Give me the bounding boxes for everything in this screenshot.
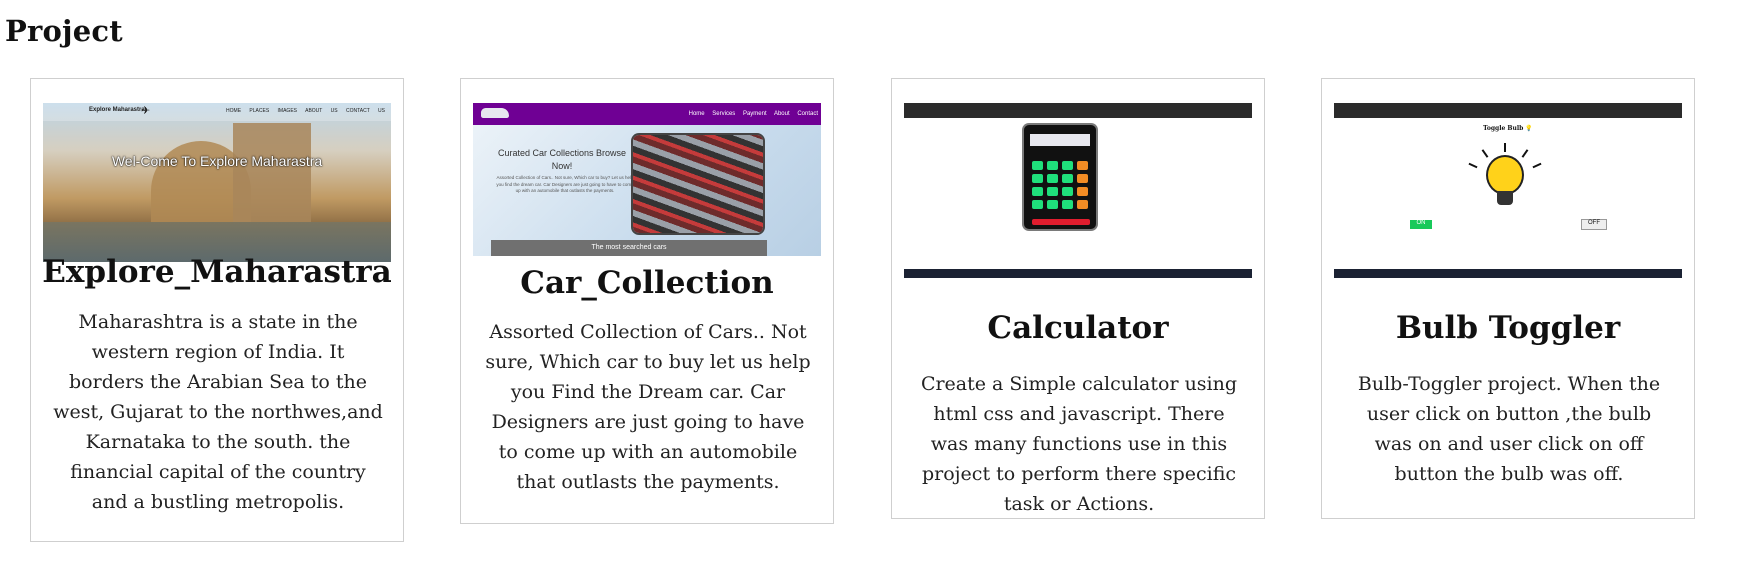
thumbnail-nav-links: Home Services Payment About Contact <box>688 111 818 117</box>
thumbnail-nav: Home Services Payment About Contact <box>473 103 821 125</box>
thumbnail-nav: Explore Maharastra ✈ HOME PLACES IMAGES … <box>43 103 391 121</box>
browser-chrome <box>1334 103 1682 118</box>
thumbnail-headline: Wel-Come To Explore Maharastra <box>111 153 323 169</box>
windows-taskbar <box>1334 269 1682 278</box>
thumbnail-bottom-bar: The most searched cars <box>491 240 767 256</box>
project-thumbnail[interactable]: Explore Maharastra ✈ HOME PLACES IMAGES … <box>43 103 391 262</box>
off-button: OFF <box>1582 220 1606 229</box>
project-thumbnail[interactable]: Home Services Payment About Contact Cura… <box>473 103 821 256</box>
car-garage-image <box>633 135 763 233</box>
thumbnail-brand: Explore Maharastra <box>89 107 145 113</box>
calculator-display <box>1030 134 1090 146</box>
on-button: ON <box>1410 220 1432 229</box>
lightbulb-icon <box>1488 157 1522 193</box>
bulb-base <box>1497 191 1513 205</box>
taj-hotel-shape <box>233 123 311 227</box>
thumbnail-heading: Curated Car Collections Browse Now! <box>497 148 627 171</box>
card-description: Assorted Collection of Cars.. Not sure, … <box>485 321 811 493</box>
project-thumbnail[interactable]: Toggle Bulb 💡 ON OFF <box>1334 103 1682 278</box>
bulb-ray <box>1468 162 1478 169</box>
project-thumbnail[interactable] <box>904 103 1252 278</box>
bulb-ray <box>1521 149 1529 158</box>
bulb-ray <box>1481 149 1489 158</box>
thumbnail-nav-links: HOME PLACES IMAGES ABOUT US CONTACT US <box>226 108 385 114</box>
calculator-equals-key <box>1032 219 1090 225</box>
project-card-bulb-toggler: Toggle Bulb 💡 ON OFF Bulb Toggler Bulb-T… <box>1321 78 1695 519</box>
thumbnail-body: Assorted Collection of Cars.. Not sure, … <box>496 175 634 193</box>
calculator-keys <box>1032 161 1090 209</box>
card-description: Create a Simple calculator using html cs… <box>920 373 1238 515</box>
thumbnail-heading: Toggle Bulb 💡 <box>1483 125 1533 132</box>
windows-taskbar <box>904 269 1252 278</box>
card-description: Bulb-Toggler project. When the user clic… <box>1357 373 1661 485</box>
calculator-graphic <box>1024 125 1096 229</box>
card-description: Maharashtra is a state in the western re… <box>53 311 383 513</box>
bulb-ray <box>1504 143 1506 152</box>
project-card-explore-maharastra: Explore Maharastra ✈ HOME PLACES IMAGES … <box>30 78 404 542</box>
card-title: Bulb Toggler <box>1395 310 1621 346</box>
plane-icon: ✈ <box>141 105 151 117</box>
bulb-ray <box>1532 162 1542 169</box>
page-title: Project <box>5 14 123 48</box>
card-title: Calculator <box>987 310 1169 346</box>
car-logo-icon <box>481 108 509 118</box>
browser-chrome <box>904 103 1252 118</box>
project-card-calculator: Calculator Create a Simple calculator us… <box>891 78 1265 519</box>
card-title: Explore_Maharastra <box>42 254 392 290</box>
card-title: Car_Collection <box>520 265 774 301</box>
project-card-car-collection: Home Services Payment About Contact Cura… <box>460 78 834 524</box>
